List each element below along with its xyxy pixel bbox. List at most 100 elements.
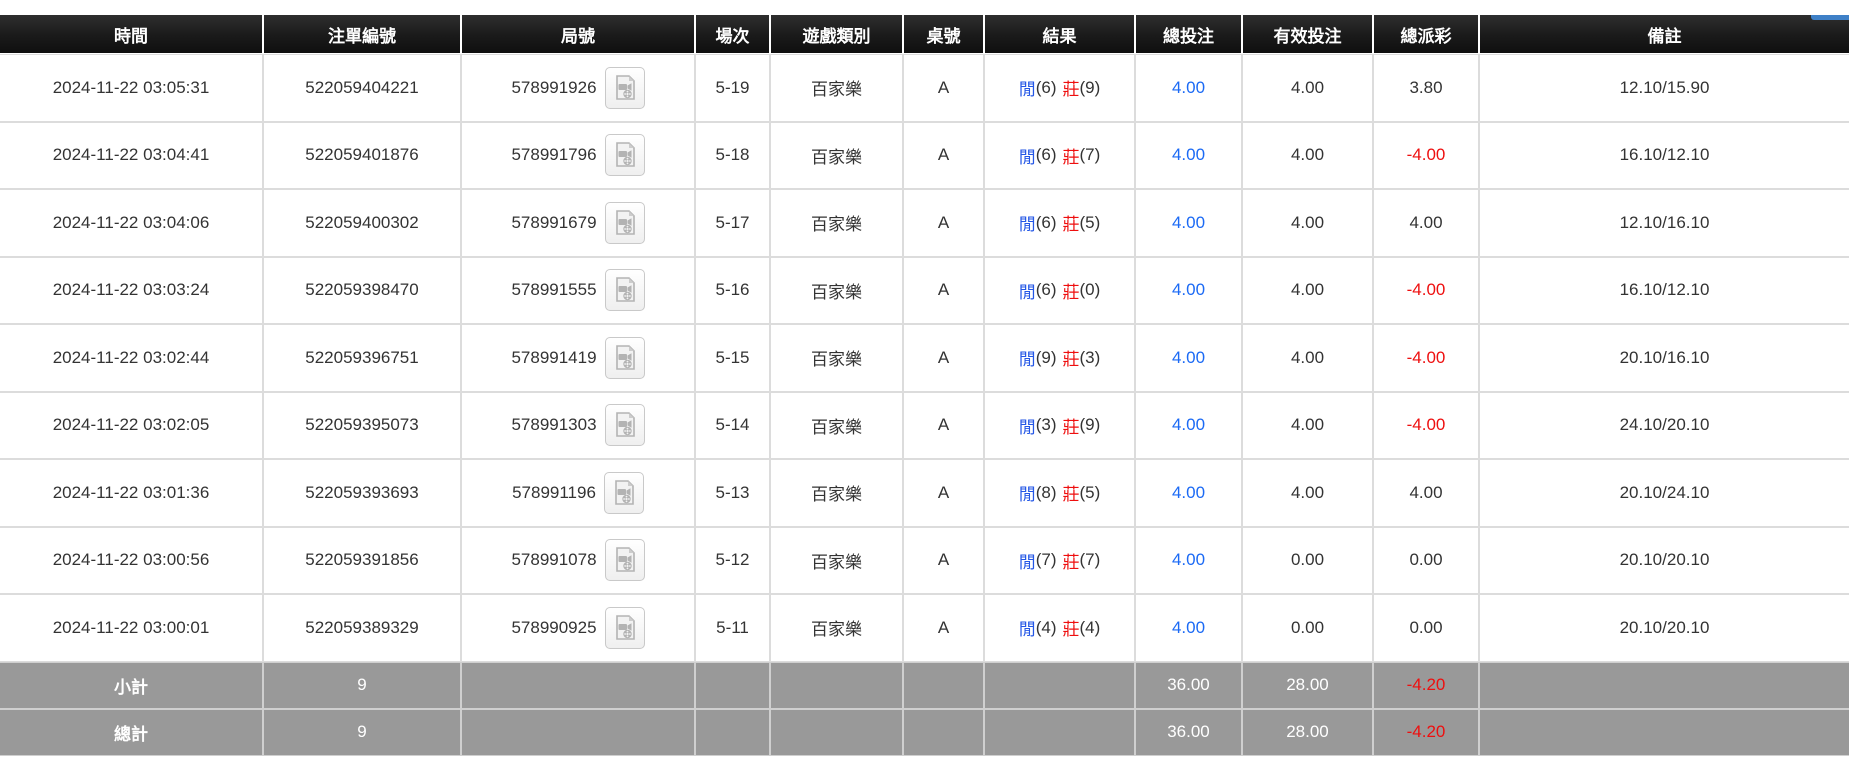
cell-total-bet[interactable]: 4.00 [1136,190,1241,256]
total-empty-remark [1480,710,1849,755]
result-player-label: 閒 [1019,345,1036,370]
cell-result: 閒(8)莊(5) [985,460,1134,526]
round-id-value: 578991078 [511,550,596,570]
video-file-icon [613,210,637,236]
total-total-bet: 36.00 [1136,710,1241,755]
cell-valid-bet: 0.00 [1243,595,1372,661]
cell-payout: 0.00 [1374,595,1478,661]
cell-payout: -4.00 [1374,393,1478,459]
cell-result: 閒(6)莊(0) [985,258,1134,324]
result-banker-score: (9) [1080,415,1101,435]
replay-video-button[interactable] [605,202,645,244]
col-header-game-type: 遊戲類別 [771,15,902,53]
cell-result: 閒(6)莊(9) [985,55,1134,121]
cell-remark: 16.10/12.10 [1480,258,1849,324]
cell-bet-id: 522059404221 [264,55,460,121]
cell-table-no: A [904,190,983,256]
result-player-score: (6) [1036,280,1057,300]
cell-table-no: A [904,595,983,661]
cell-time: 2024-11-22 03:01:36 [0,460,262,526]
result-banker-score: (4) [1080,618,1101,638]
cell-game-type: 百家樂 [771,595,902,661]
subtotal-empty-remark [1480,663,1849,708]
cell-valid-bet: 4.00 [1243,55,1372,121]
cell-valid-bet: 4.00 [1243,325,1372,391]
cell-session: 5-12 [696,528,769,594]
result-player-label: 閒 [1019,413,1036,438]
cell-payout: -4.00 [1374,258,1478,324]
cell-game-type: 百家樂 [771,528,902,594]
cell-bet-id: 522059401876 [264,123,460,189]
col-header-table-no: 桌號 [904,15,983,53]
cell-time: 2024-11-22 03:04:41 [0,123,262,189]
replay-video-button[interactable] [605,539,645,581]
top-button-fragment[interactable] [1811,15,1849,20]
subtotal-count: 9 [264,663,460,708]
col-header-bet-id: 注單編號 [264,15,460,53]
cell-round-id: 578991303 [462,393,694,459]
cell-total-bet[interactable]: 4.00 [1136,460,1241,526]
cell-time: 2024-11-22 03:02:05 [0,393,262,459]
cell-total-bet[interactable]: 4.00 [1136,393,1241,459]
cell-remark: 20.10/16.10 [1480,325,1849,391]
cell-session: 5-18 [696,123,769,189]
cell-result: 閒(9)莊(3) [985,325,1134,391]
cell-bet-id: 522059396751 [264,325,460,391]
cell-remark: 20.10/24.10 [1480,460,1849,526]
replay-video-button[interactable] [605,269,645,311]
cell-game-type: 百家樂 [771,190,902,256]
video-file-icon [613,75,637,101]
cell-total-bet[interactable]: 4.00 [1136,325,1241,391]
cell-result: 閒(4)莊(4) [985,595,1134,661]
cell-time: 2024-11-22 03:05:31 [0,55,262,121]
col-header-total-bet: 總投注 [1136,15,1241,53]
replay-video-button[interactable] [605,67,645,109]
cell-round-id: 578991078 [462,528,694,594]
replay-video-button[interactable] [605,134,645,176]
cell-bet-id: 522059398470 [264,258,460,324]
cell-session: 5-15 [696,325,769,391]
cell-payout: 0.00 [1374,528,1478,594]
cell-valid-bet: 4.00 [1243,393,1372,459]
cell-total-bet[interactable]: 4.00 [1136,528,1241,594]
total-empty-round [462,710,694,755]
cell-session: 5-17 [696,190,769,256]
cell-round-id: 578991419 [462,325,694,391]
result-banker-label: 莊 [1063,615,1080,640]
total-payout: -4.20 [1374,710,1478,755]
replay-video-button[interactable] [604,472,644,514]
cell-total-bet[interactable]: 4.00 [1136,595,1241,661]
video-file-icon [613,345,637,371]
cell-table-no: A [904,123,983,189]
col-header-round-id: 局號 [462,15,694,53]
result-banker-score: (0) [1080,280,1101,300]
subtotal-empty-round [462,663,694,708]
cell-table-no: A [904,460,983,526]
result-player-label: 閒 [1019,278,1036,303]
col-header-valid-bet: 有效投注 [1243,15,1372,53]
result-banker-score: (3) [1080,348,1101,368]
replay-video-button[interactable] [605,607,645,649]
cell-total-bet[interactable]: 4.00 [1136,55,1241,121]
round-id-value: 578991419 [511,348,596,368]
subtotal-total-bet: 36.00 [1136,663,1241,708]
video-file-icon [613,277,637,303]
cell-remark: 20.10/20.10 [1480,528,1849,594]
result-banker-score: (7) [1080,145,1101,165]
cell-session: 5-14 [696,393,769,459]
cell-round-id: 578991196 [462,460,694,526]
total-valid-bet: 28.00 [1243,710,1372,755]
result-player-score: (6) [1036,145,1057,165]
replay-video-button[interactable] [605,337,645,379]
cell-total-bet[interactable]: 4.00 [1136,123,1241,189]
cell-round-id: 578991796 [462,123,694,189]
cell-table-no: A [904,258,983,324]
cell-total-bet[interactable]: 4.00 [1136,258,1241,324]
cell-session: 5-16 [696,258,769,324]
video-file-icon [613,547,637,573]
result-player-label: 閒 [1019,143,1036,168]
cell-result: 閒(7)莊(7) [985,528,1134,594]
replay-video-button[interactable] [605,404,645,446]
cell-bet-id: 522059393693 [264,460,460,526]
subtotal-empty-table-no [904,663,983,708]
